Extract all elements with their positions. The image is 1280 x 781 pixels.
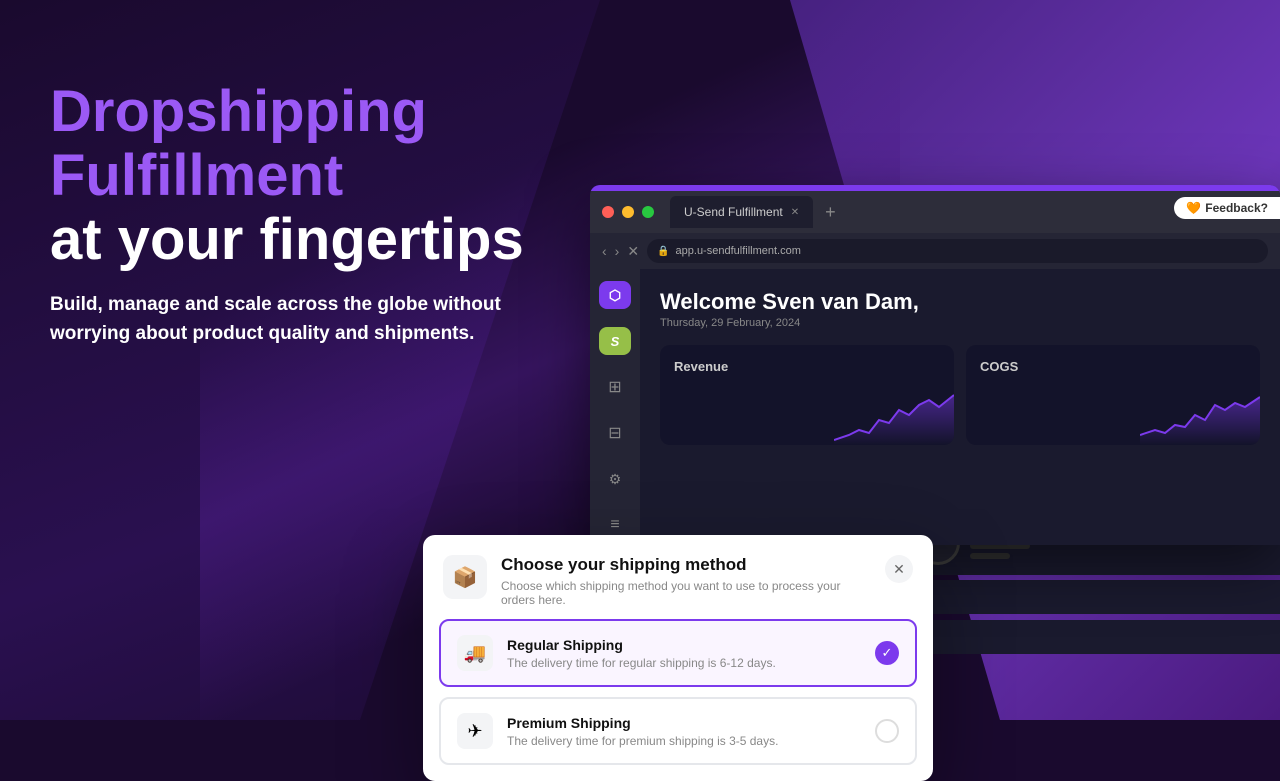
new-tab-button[interactable]: + (825, 202, 836, 223)
shipping-method-modal: 📦 Choose your shipping method Choose whi… (423, 535, 933, 781)
browser-dot-red[interactable] (602, 206, 614, 218)
grid-icon: ⊞ (608, 377, 621, 397)
regular-shipping-icon-wrap: 🚚 (457, 635, 493, 671)
sidebar-item-home[interactable]: ⬡ (599, 281, 631, 309)
regular-shipping-desc: The delivery time for regular shipping i… (507, 656, 861, 670)
app-sidebar: ⬡ S ⊞ ⊟ ⚙ ≡ (590, 269, 640, 545)
purple-accent-bar (590, 185, 1280, 191)
back-button[interactable]: ‹ (602, 243, 607, 259)
plane-icon: ✈ (467, 721, 482, 742)
feedback-label: Feedback? (1205, 201, 1268, 215)
home-icon: ⬡ (609, 287, 621, 304)
shopify-icon: S (611, 334, 620, 349)
cogs-chart (1140, 385, 1260, 445)
regular-shipping-option[interactable]: 🚚 Regular Shipping The delivery time for… (439, 619, 917, 687)
premium-shipping-info: Premium Shipping The delivery time for p… (507, 715, 861, 748)
headline: Dropshipping Fulfillment at your fingert… (50, 80, 570, 271)
tab-close-icon[interactable]: ✕ (791, 207, 799, 218)
premium-shipping-desc: The delivery time for premium shipping i… (507, 734, 861, 748)
users-icon: ⚙ (609, 471, 622, 488)
modal-body: 🚚 Regular Shipping The delivery time for… (423, 619, 933, 781)
tab-title: U-Send Fulfillment (684, 205, 783, 219)
revenue-chart (834, 385, 954, 445)
premium-shipping-icon-wrap: ✈ (457, 713, 493, 749)
modal-close-button[interactable]: ✕ (885, 555, 913, 583)
shipped-line-2 (970, 553, 1010, 559)
modal-icon-wrap: 📦 (443, 555, 487, 599)
feedback-emoji: 🧡 (1186, 201, 1201, 215)
table-icon: ⊟ (608, 423, 621, 443)
hero-content: Dropshipping Fulfillment at your fingert… (50, 80, 570, 348)
dashboard-cards: Revenue (660, 345, 1260, 445)
browser-dot-yellow[interactable] (622, 206, 634, 218)
sidebar-item-table[interactable]: ⊟ (599, 419, 631, 447)
check-icon: ✓ (882, 645, 893, 661)
revenue-card: Revenue (660, 345, 954, 445)
truck-icon: 🚚 (464, 643, 486, 664)
modal-header: 📦 Choose your shipping method Choose whi… (423, 535, 933, 619)
regular-shipping-name: Regular Shipping (507, 637, 861, 653)
headline-line2: at your fingertips (50, 208, 570, 272)
app-inner: ⬡ S ⊞ ⊟ ⚙ ≡ Welcome Sven van Dam, Thursd… (590, 269, 1280, 545)
modal-icon: 📦 (453, 565, 478, 590)
cogs-card: COGS (966, 345, 1260, 445)
lock-icon: 🔒 (657, 246, 669, 257)
forward-button[interactable]: › (615, 243, 620, 259)
premium-shipping-name: Premium Shipping (507, 715, 861, 731)
browser-window: 🧡 Feedback? U-Send Fulfillment ✕ + ‹ › ✕… (590, 185, 1280, 545)
regular-shipping-info: Regular Shipping The delivery time for r… (507, 637, 861, 670)
premium-shipping-uncheck (875, 719, 899, 743)
date-text: Thursday, 29 February, 2024 (660, 317, 1260, 329)
revenue-card-title: Revenue (674, 359, 940, 374)
hero-subtext: Build, manage and scale across the globe… (50, 291, 510, 348)
close-button[interactable]: ✕ (627, 243, 639, 260)
close-icon: ✕ (893, 561, 905, 578)
headline-line1: Dropshipping Fulfillment (50, 80, 570, 208)
address-text: app.u-sendfulfillment.com (676, 245, 801, 257)
modal-title-area: Choose your shipping method Choose which… (501, 555, 871, 607)
address-bar[interactable]: 🔒 app.u-sendfulfillment.com (647, 239, 1268, 263)
browser-nav: ‹ › ✕ 🔒 app.u-sendfulfillment.com (590, 233, 1280, 269)
sidebar-item-shopify[interactable]: S (599, 327, 631, 355)
browser-dot-green[interactable] (642, 206, 654, 218)
sidebar-item-grid[interactable]: ⊞ (599, 373, 631, 401)
modal-subtitle: Choose which shipping method you want to… (501, 579, 871, 607)
modal-title: Choose your shipping method (501, 555, 871, 575)
settings-icon: ≡ (610, 516, 619, 534)
cogs-card-title: COGS (980, 359, 1246, 374)
sidebar-item-users[interactable]: ⚙ (599, 465, 631, 493)
welcome-text: Welcome Sven van Dam, (660, 289, 1260, 315)
premium-shipping-option[interactable]: ✈ Premium Shipping The delivery time for… (439, 697, 917, 765)
regular-shipping-check: ✓ (875, 641, 899, 665)
app-main: Welcome Sven van Dam, Thursday, 29 Febru… (640, 269, 1280, 545)
browser-tab[interactable]: U-Send Fulfillment ✕ (670, 196, 813, 228)
feedback-button[interactable]: 🧡 Feedback? (1174, 197, 1280, 219)
